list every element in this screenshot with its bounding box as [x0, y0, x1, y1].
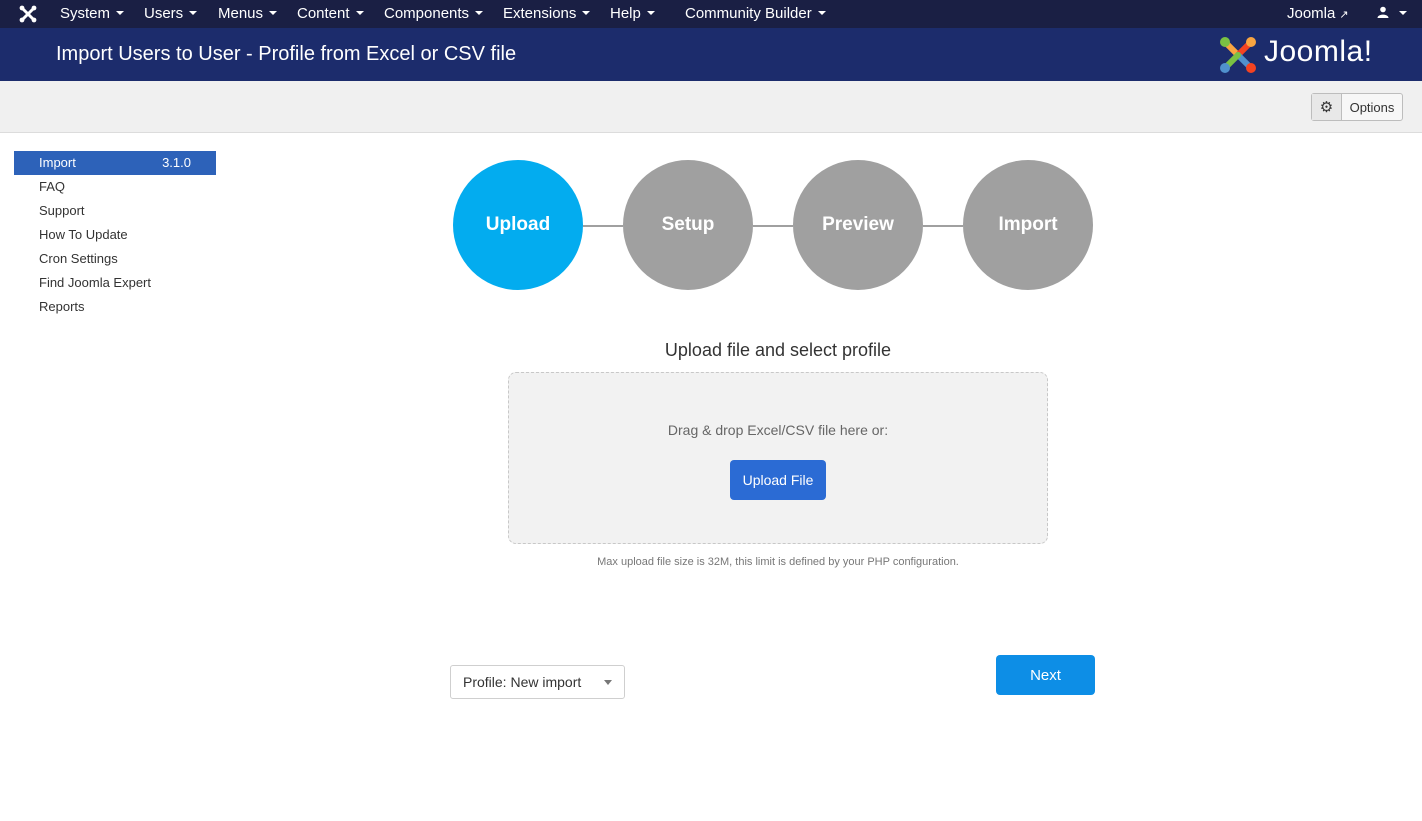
menu-community-builder[interactable]: Community Builder: [685, 5, 826, 22]
dropzone-hint: Drag & drop Excel/CSV file here or:: [667, 422, 889, 438]
sidebar: Import 3.1.0 FAQ Support How To Update C…: [14, 151, 216, 319]
caret-down-icon: [355, 11, 364, 16]
max-upload-note: Max upload file size is 32M, this limit …: [597, 556, 959, 568]
profile-select[interactable]: Profile: New import: [450, 665, 625, 699]
menu-extensions[interactable]: Extensions: [503, 5, 591, 22]
step-connector: [583, 225, 623, 227]
caret-down-icon: [475, 11, 484, 16]
menu-users[interactable]: Users: [144, 5, 198, 22]
menu-help[interactable]: Help: [610, 5, 655, 22]
sidebar-item-label: Cron Settings: [39, 251, 118, 266]
joomla-logo: Joomla!: [1218, 35, 1408, 75]
site-link-label: Joomla: [1287, 5, 1336, 22]
sidebar-item-find-joomla-expert[interactable]: Find Joomla Expert: [14, 271, 216, 295]
joomla-logo-text: Joomla!: [1264, 35, 1373, 68]
step-connector: [753, 225, 793, 227]
menu-community-builder-label: Community Builder: [685, 5, 812, 22]
menu-users-label: Users: [144, 5, 184, 22]
step-preview[interactable]: Preview: [793, 160, 923, 290]
sidebar-item-reports[interactable]: Reports: [14, 295, 216, 319]
toolbar: ⚙ Options: [0, 81, 1422, 133]
menu-content[interactable]: Content: [297, 5, 364, 22]
version-badge: 3.1.0: [162, 155, 191, 170]
joomla-brand-icon[interactable]: [18, 4, 38, 24]
site-link[interactable]: Joomla ↗: [1287, 5, 1349, 22]
wizard-steps: Upload Setup Preview Import: [453, 160, 1093, 290]
caret-down-icon: [116, 11, 125, 16]
file-dropzone[interactable]: Drag & drop Excel/CSV file here or: Uplo…: [508, 372, 1048, 544]
menu-menus-label: Menus: [218, 5, 264, 22]
next-button[interactable]: Next: [996, 655, 1095, 695]
sidebar-item-label: Find Joomla Expert: [39, 275, 151, 290]
options-label: Options: [1349, 99, 1395, 115]
menu-extensions-label: Extensions: [503, 5, 577, 22]
user-menu[interactable]: [1377, 5, 1408, 22]
menu-components-label: Components: [384, 5, 470, 22]
upload-heading: Upload file and select profile: [664, 340, 892, 360]
step-connector: [923, 225, 963, 227]
sidebar-item-label: How To Update: [39, 227, 128, 242]
menu-menus[interactable]: Menus: [218, 5, 278, 22]
menu-system-label: System: [60, 5, 111, 22]
sidebar-item-how-to-update[interactable]: How To Update: [14, 223, 216, 247]
options-button[interactable]: ⚙ Options: [1311, 93, 1403, 121]
caret-down-icon: [646, 11, 655, 16]
caret-down-icon: [604, 680, 612, 685]
page-header: Import Users to User - Profile from Exce…: [0, 28, 1422, 81]
step-setup[interactable]: Setup: [623, 160, 753, 290]
upload-file-button[interactable]: Upload File: [730, 460, 826, 500]
gear-icon: ⚙: [1312, 94, 1342, 120]
caret-down-icon: [582, 11, 591, 16]
caret-down-icon: [269, 11, 278, 16]
caret-down-icon: [817, 11, 826, 16]
caret-down-icon: [189, 11, 198, 16]
sidebar-item-support[interactable]: Support: [14, 199, 216, 223]
page-title: Import Users to User - Profile from Exce…: [56, 43, 517, 65]
step-upload[interactable]: Upload: [453, 160, 583, 290]
profile-select-value: Profile: New import: [463, 674, 582, 690]
menu-components[interactable]: Components: [384, 5, 484, 22]
menu-help-label: Help: [610, 5, 641, 22]
sidebar-item-cron-settings[interactable]: Cron Settings: [14, 247, 216, 271]
menu-system[interactable]: System: [60, 5, 125, 22]
user-icon: [1377, 5, 1393, 22]
sidebar-item-import[interactable]: Import 3.1.0: [14, 151, 216, 175]
menu-content-label: Content: [297, 5, 350, 22]
joomla-logo-icon: [1220, 37, 1256, 73]
step-import[interactable]: Import: [963, 160, 1093, 290]
sidebar-item-label: FAQ: [39, 179, 66, 194]
top-navbar: System Users Menus Content Components Ex…: [0, 0, 1422, 28]
sidebar-item-faq[interactable]: FAQ: [14, 175, 216, 199]
external-link-icon: ↗: [1339, 9, 1349, 21]
sidebar-item-label: Reports: [39, 299, 85, 314]
sidebar-item-label: Import: [39, 155, 76, 170]
caret-down-icon: [1399, 11, 1408, 16]
sidebar-item-label: Support: [39, 203, 85, 218]
